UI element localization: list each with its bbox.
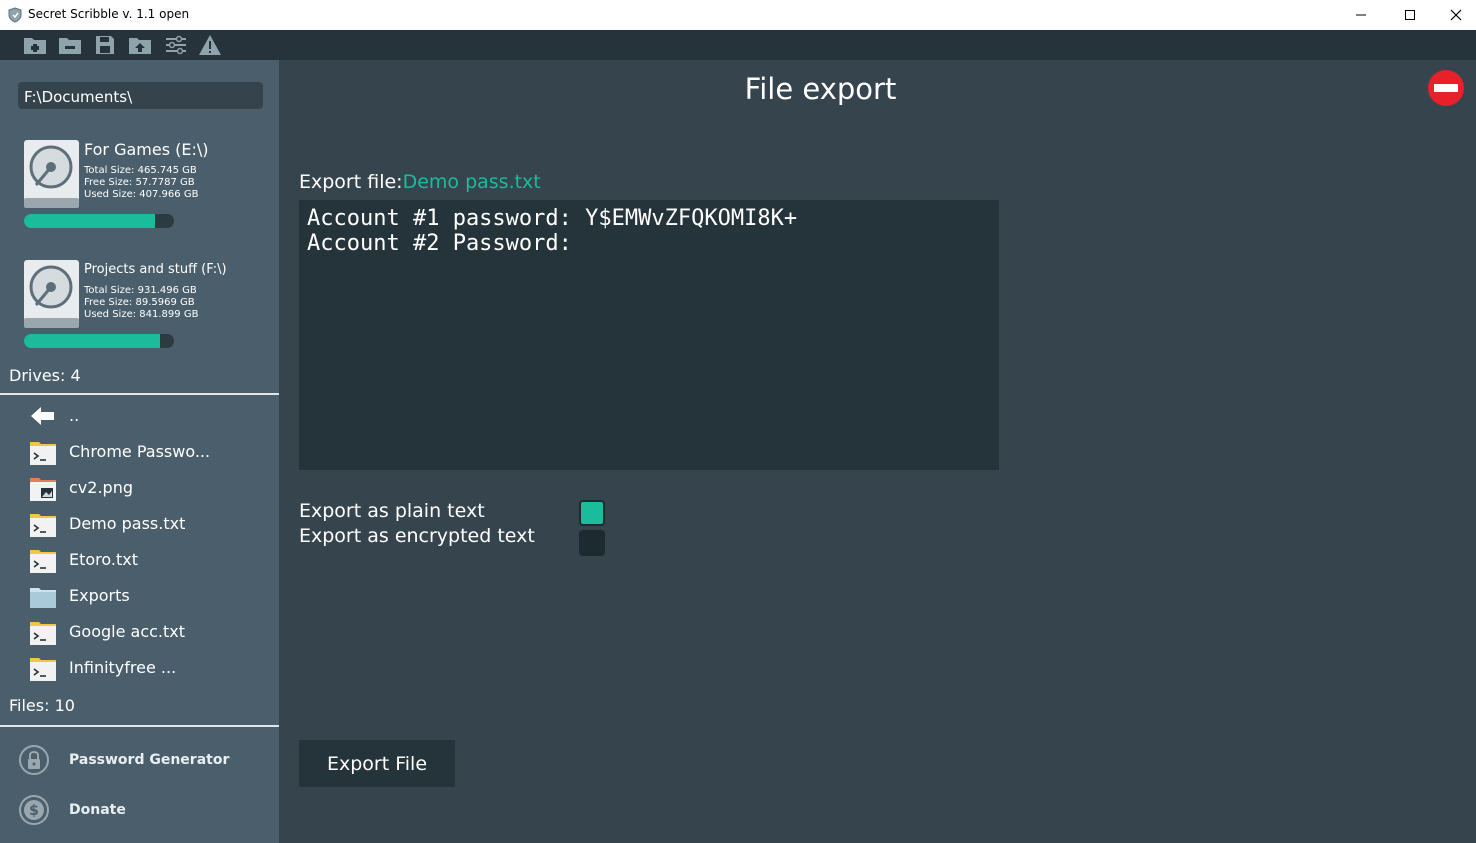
text-file-icon <box>30 658 56 681</box>
settings-sliders-icon <box>166 35 186 55</box>
toolbar <box>0 30 1476 60</box>
file-name: cv2.png <box>69 478 133 497</box>
save-icon <box>96 36 114 54</box>
window-title: Secret Scribble v. 1.1 open <box>28 7 190 21</box>
text-file-icon <box>30 622 56 645</box>
drive-usage-bar <box>24 334 174 348</box>
close-panel-icon[interactable] <box>1427 69 1465 107</box>
hard-drive-icon <box>24 260 79 328</box>
hard-drive-icon <box>24 140 79 208</box>
drive-free-size: Free Size: 57.7787 GB <box>84 177 195 188</box>
upload-icon <box>129 38 151 54</box>
list-item-parent[interactable]: .. <box>0 398 279 434</box>
donate-button[interactable]: $ Donate <box>0 788 279 832</box>
new-folder-icon <box>24 38 46 54</box>
file-name: Chrome Passwo... <box>69 442 211 461</box>
page-title: File export <box>744 72 897 106</box>
settings-button[interactable] <box>164 34 188 56</box>
drives-count: Drives: 4 <box>9 366 81 385</box>
drive-total-size: Total Size: 931.496 GB <box>84 285 197 296</box>
file-name: Etoro.txt <box>69 550 139 569</box>
svg-text:$: $ <box>29 803 39 819</box>
text-file-icon <box>30 442 56 465</box>
drive-item[interactable]: For Games (E:\) Total Size: 465.745 GB F… <box>0 140 279 250</box>
main-panel: File export Export file:Demo pass.txt Ac… <box>279 60 1476 843</box>
file-content-textarea[interactable]: Account #1 password: Y$EMWvZFQKOMI8K+ Ac… <box>299 200 999 470</box>
plain-text-label: Export as plain text <box>299 500 485 522</box>
password-generator-button[interactable]: Password Generator <box>0 738 279 782</box>
drive-free-size: Free Size: 89.5969 GB <box>84 297 195 308</box>
list-item[interactable]: Infinityfree ... <box>0 650 279 686</box>
upload-button[interactable] <box>128 34 152 56</box>
list-item[interactable]: cv2.png <box>0 470 279 506</box>
sidebar: F:\Documents\ For Games (E:\) Total Size… <box>0 60 279 843</box>
drive-used-size: Used Size: 407.966 GB <box>84 189 199 200</box>
dollar-coin-icon: $ <box>19 795 49 825</box>
drive-name: For Games (E:\) <box>84 140 209 159</box>
warning-button[interactable] <box>198 34 222 56</box>
remove-folder-button[interactable] <box>58 34 82 56</box>
new-folder-button[interactable] <box>23 34 47 56</box>
list-item[interactable]: Demo pass.txt <box>0 506 279 542</box>
password-generator-label: Password Generator <box>69 752 230 768</box>
export-file-label: Export file:Demo pass.txt <box>299 171 541 193</box>
drive-used-size: Used Size: 841.899 GB <box>84 309 199 320</box>
drive-usage-bar <box>24 214 174 228</box>
encrypted-text-checkbox[interactable] <box>579 530 605 556</box>
encrypted-text-label: Export as encrypted text <box>299 525 535 547</box>
export-file-button[interactable]: Export File <box>299 740 455 787</box>
close-icon <box>1450 9 1462 21</box>
close-window-button[interactable] <box>1433 0 1476 30</box>
folder-icon <box>30 588 56 608</box>
remove-folder-icon <box>59 38 81 54</box>
maximize-button[interactable] <box>1387 0 1433 30</box>
text-file-icon <box>30 550 56 573</box>
file-name: Google acc.txt <box>69 622 186 641</box>
file-name: Exports <box>69 586 130 605</box>
drive-total-size: Total Size: 465.745 GB <box>84 165 197 176</box>
plain-text-checkbox[interactable] <box>579 500 605 526</box>
export-file-prefix: Export file: <box>299 171 403 193</box>
window-titlebar: Secret Scribble v. 1.1 open <box>0 0 1476 30</box>
drive-usage-fill <box>24 334 160 348</box>
path-field[interactable]: F:\Documents\ <box>18 82 263 109</box>
donate-label: Donate <box>69 802 126 818</box>
list-item[interactable]: Google acc.txt <box>0 614 279 650</box>
divider <box>0 725 279 727</box>
save-button[interactable] <box>93 34 117 56</box>
file-name: Infinityfree ... <box>69 658 177 677</box>
drive-name: Projects and stuff (F:\) <box>84 262 227 277</box>
list-item[interactable]: Etoro.txt <box>0 542 279 578</box>
minimize-icon <box>1356 14 1366 16</box>
list-item[interactable]: Chrome Passwo... <box>0 434 279 470</box>
drive-usage-fill <box>24 214 156 228</box>
file-name: Demo pass.txt <box>69 514 186 533</box>
drive-item[interactable]: Projects and stuff (F:\) Total Size: 931… <box>0 260 279 370</box>
divider <box>0 393 279 395</box>
shield-app-icon <box>8 7 22 23</box>
image-file-icon <box>30 478 56 501</box>
maximize-icon <box>1405 10 1415 20</box>
file-name: .. <box>69 406 80 425</box>
files-count: Files: 10 <box>9 696 75 715</box>
minimize-button[interactable] <box>1338 0 1384 30</box>
warning-icon <box>199 35 221 55</box>
back-arrow-icon <box>31 407 54 425</box>
list-item[interactable]: Exports <box>0 578 279 614</box>
export-file-name: Demo pass.txt <box>402 171 541 193</box>
text-file-icon <box>30 514 56 537</box>
lock-icon <box>19 745 49 775</box>
